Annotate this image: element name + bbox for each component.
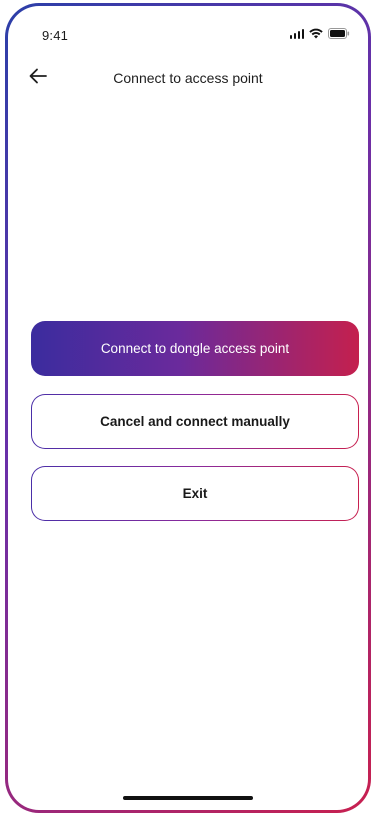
status-bar: 9:41 xyxy=(8,6,368,46)
cancel-connect-manually-button[interactable]: Cancel and connect manually xyxy=(31,394,359,449)
wifi-icon xyxy=(309,28,323,39)
phone-frame: 9:41 Connect to access point Connect to … xyxy=(5,3,371,813)
home-indicator xyxy=(123,796,253,800)
page-title: Connect to access point xyxy=(113,70,263,86)
battery-icon xyxy=(328,28,350,39)
exit-button[interactable]: Exit xyxy=(31,466,359,521)
connect-dongle-button[interactable]: Connect to dongle access point xyxy=(31,321,359,376)
cellular-signal-icon xyxy=(289,28,304,39)
screen: 9:41 Connect to access point Connect to … xyxy=(8,6,368,810)
header: Connect to access point xyxy=(8,64,368,94)
status-icons xyxy=(289,28,351,39)
status-time: 9:41 xyxy=(42,28,69,43)
